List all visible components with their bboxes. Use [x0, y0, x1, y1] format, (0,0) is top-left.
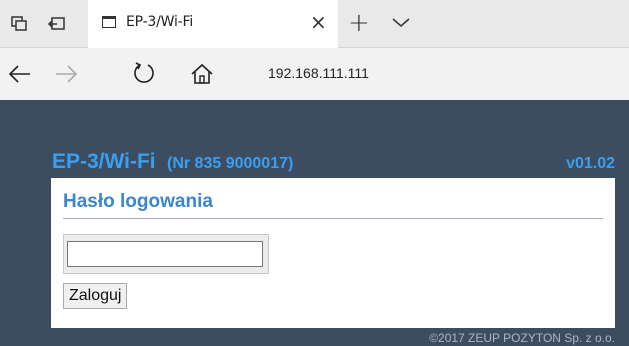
password-field-frame — [63, 234, 269, 274]
panel-title: Hasło logowania — [63, 191, 213, 212]
address-bar[interactable]: 192.168.111.111 — [268, 65, 369, 81]
plus-icon[interactable]: + — [348, 8, 370, 38]
tab-actions-icon-svg — [11, 16, 27, 31]
page-icon — [102, 16, 116, 28]
set-tabs-aside-icon[interactable] — [46, 13, 68, 35]
login-panel: Hasło logowania Zaloguj — [51, 178, 615, 328]
back-arrow-icon-svg — [8, 65, 30, 83]
set-tabs-aside-icon-svg — [47, 17, 65, 30]
home-icon[interactable] — [186, 58, 218, 90]
close-icon[interactable]: × — [310, 10, 327, 34]
home-icon-svg — [191, 63, 213, 84]
chevron-down-icon-svg — [392, 18, 410, 27]
firmware-version: v01.02 — [566, 155, 615, 172]
refresh-icon-svg — [134, 62, 154, 83]
divider — [63, 218, 603, 219]
browser-nav-bar: 192.168.111.111 — [0, 48, 629, 100]
password-input[interactable] — [67, 241, 263, 267]
active-tab[interactable]: EP-3/Wi-Fi × — [88, 0, 338, 48]
back-arrow-icon[interactable] — [4, 58, 36, 90]
device-name: EP-3/Wi-Fi — [52, 150, 156, 173]
chevron-down-icon[interactable] — [390, 11, 412, 33]
browser-tab-strip: EP-3/Wi-Fi × + — [0, 0, 629, 48]
forward-arrow-icon[interactable] — [50, 58, 82, 90]
copyright-text: ©2017 ZEUP POZYTON Sp. z o.o. — [429, 331, 615, 345]
device-serial: (Nr 835 9000017) — [167, 155, 294, 172]
refresh-icon[interactable] — [128, 58, 160, 90]
forward-arrow-icon-svg — [56, 65, 78, 83]
page-content: EP-3/Wi-Fi (Nr 835 9000017) v01.02 Hasło… — [0, 100, 629, 346]
login-button[interactable]: Zaloguj — [63, 283, 128, 309]
tab-actions-icon[interactable] — [8, 13, 30, 35]
tab-title: EP-3/Wi-Fi — [126, 14, 194, 30]
